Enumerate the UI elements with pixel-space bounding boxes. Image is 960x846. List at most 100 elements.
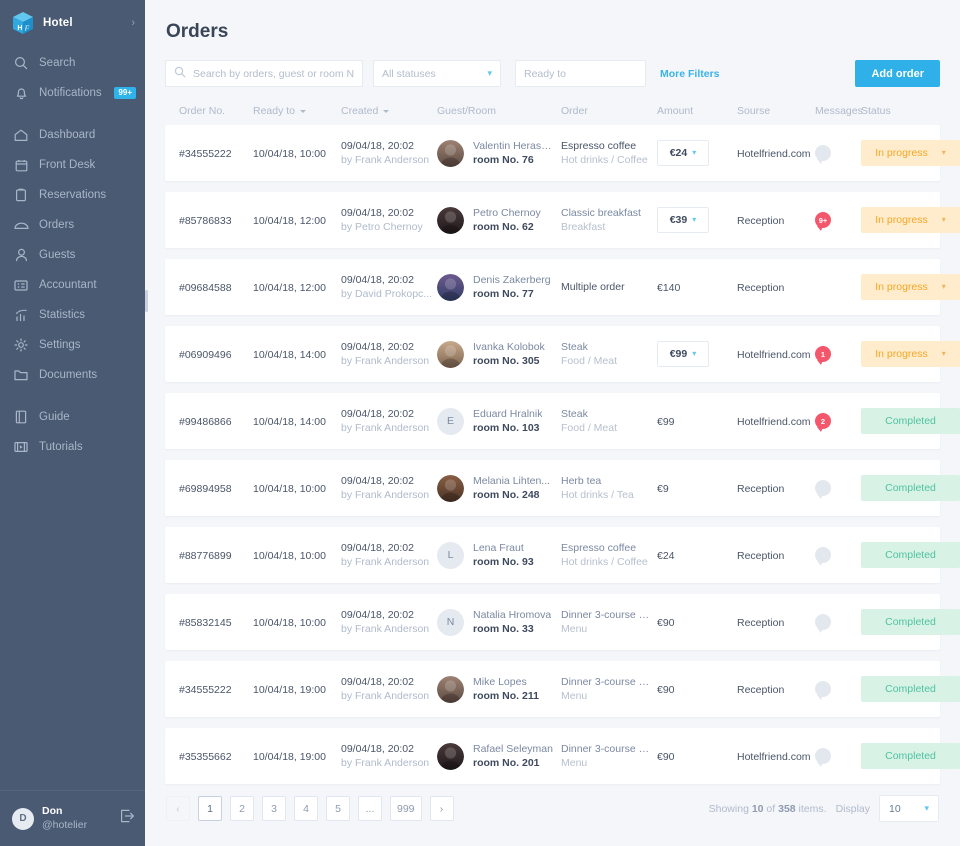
brand[interactable]: H F Hotel › <box>0 0 145 44</box>
search-box[interactable] <box>165 60 363 87</box>
messages-badge[interactable]: 1 <box>815 346 831 365</box>
table-row[interactable]: #69894958 10/04/18, 10:00 09/04/18, 20:02 b… <box>165 460 960 516</box>
status-badge[interactable]: Completed <box>861 475 960 501</box>
guest-name[interactable]: Ivanka Kolobok <box>473 340 545 354</box>
sidebar-item-search[interactable]: Search <box>0 48 145 78</box>
guest-name[interactable]: Lena Fraut <box>473 541 534 555</box>
pagination-page[interactable]: 2 <box>230 796 254 821</box>
sidebar-item-statistics[interactable]: Statistics <box>0 300 145 330</box>
column-header-ready-to[interactable]: Ready to <box>253 105 341 117</box>
amount-value: €99 <box>657 416 675 428</box>
amount-select[interactable]: €24 ▾ <box>657 140 709 166</box>
guest-name[interactable]: Melania Lihten... <box>473 474 550 488</box>
sidebar-item-tutorials[interactable]: Tutorials <box>0 432 145 462</box>
table-row[interactable]: #85832145 10/04/18, 10:00 09/04/18, 20:02 b… <box>165 594 960 650</box>
pagination-page[interactable]: 999 <box>390 796 422 821</box>
table-row[interactable]: #09684588 10/04/18, 12:00 09/04/18, 20:02 b… <box>165 259 960 315</box>
status-badge[interactable]: Completed <box>861 676 960 702</box>
status-badge[interactable]: In progress ▾ <box>861 207 960 233</box>
messages-badge[interactable] <box>815 748 831 767</box>
cell-guest-room[interactable]: Ivanka Kolobok room No. 305 <box>437 340 561 368</box>
guest-name[interactable]: Petro Chernoy <box>473 206 541 220</box>
status-badge[interactable]: Completed <box>861 408 960 434</box>
table-row[interactable]: #34555222 10/04/18, 10:00 09/04/18, 20:02 b… <box>165 125 960 181</box>
table-row[interactable]: #06909496 10/04/18, 14:00 09/04/18, 20:02 b… <box>165 326 960 382</box>
table-row[interactable]: #35355662 10/04/18, 19:00 09/04/18, 20:02 b… <box>165 728 960 784</box>
chevron-right-icon[interactable]: › <box>131 17 135 29</box>
more-filters-link[interactable]: More Filters <box>660 68 720 80</box>
pagination-next[interactable]: › <box>429 796 454 821</box>
sidebar-item-guests[interactable]: Guests <box>0 240 145 270</box>
amount-select[interactable]: €99 ▾ <box>657 341 709 367</box>
pagination-page[interactable]: 5 <box>326 796 350 821</box>
messages-badge[interactable] <box>815 480 831 499</box>
messages-badge[interactable] <box>815 681 831 700</box>
guest-name[interactable]: Valentin Herashe... <box>473 139 557 153</box>
sidebar-item-accountant[interactable]: Accountant <box>0 270 145 300</box>
display-count-select[interactable]: 10 ▾ <box>879 795 939 822</box>
guest-name[interactable]: Rafael Seleyman <box>473 742 553 756</box>
sidebar-item-guide[interactable]: Guide <box>0 402 145 432</box>
cell-guest-room[interactable]: Mike Lopes room No. 211 <box>437 675 561 703</box>
sidebar-item-notifications[interactable]: Notifications 99+ <box>0 78 145 108</box>
status-badge[interactable]: Completed <box>861 743 960 769</box>
avatar <box>437 675 464 703</box>
pagination-page[interactable]: 1 <box>198 796 222 821</box>
cell-guest-room[interactable]: L Lena Fraut room No. 93 <box>437 541 561 569</box>
status-filter-select[interactable]: All statuses ▾ <box>373 60 501 87</box>
status-badge[interactable]: In progress ▾ <box>861 341 960 367</box>
sidebar-user[interactable]: D Don @hotelier <box>0 790 145 846</box>
table-row[interactable]: #34555222 10/04/18, 19:00 09/04/18, 20:02 b… <box>165 661 960 717</box>
add-order-button[interactable]: Add order <box>855 60 940 87</box>
messages-badge[interactable]: 9+ <box>815 212 831 231</box>
cell-guest-room[interactable]: E Eduard Hralnik room No. 103 <box>437 407 561 435</box>
cell-guest-room[interactable]: Rafael Seleyman room No. 201 <box>437 742 561 770</box>
pagination-prev[interactable]: ‹ <box>166 796 190 821</box>
source-value: Reception <box>737 282 785 294</box>
guest-name[interactable]: Natalia Hromova <box>473 608 551 622</box>
cell-guest-room[interactable]: Valentin Herashe... room No. 76 <box>437 139 561 167</box>
guest-room: room No. 33 <box>473 623 534 635</box>
table-row[interactable]: #85786833 10/04/18, 12:00 09/04/18, 20:02 b… <box>165 192 960 248</box>
status-badge[interactable]: Completed <box>861 542 960 568</box>
column-header-created[interactable]: Created <box>341 105 437 117</box>
status-badge[interactable]: In progress ▾ <box>861 274 960 300</box>
guest-name[interactable]: Denis Zakerberg <box>473 273 551 287</box>
cell-guest-room[interactable]: N Natalia Hromova room No. 33 <box>437 608 561 636</box>
pagination-page[interactable]: 3 <box>262 796 286 821</box>
messages-badge[interactable] <box>815 547 831 566</box>
order-item-category: Menu <box>561 623 588 635</box>
search-input[interactable] <box>193 67 354 80</box>
status-badge[interactable]: Completed <box>861 609 960 635</box>
sidebar-item-dashboard[interactable]: Dashboard <box>0 120 145 150</box>
cell-guest-room[interactable]: Denis Zakerberg room No. 77 <box>437 273 561 301</box>
ready-to-value: 10/04/18, 10:00 <box>253 617 326 629</box>
cell-guest-room[interactable]: Petro Chernoy room No. 62 <box>437 206 561 234</box>
sidebar-item-documents[interactable]: Documents <box>0 360 145 390</box>
sidebar-item-label: Guests <box>39 249 76 261</box>
cell-ready-to: 10/04/18, 12:00 <box>253 278 341 296</box>
cell-messages: 2 <box>815 413 861 432</box>
messages-badge[interactable] <box>815 145 831 164</box>
table-row[interactable]: #99486866 10/04/18, 14:00 09/04/18, 20:02 b… <box>165 393 960 449</box>
pagination-ellipsis[interactable]: ... <box>358 796 382 821</box>
status-badge[interactable]: In progress ▾ <box>861 140 960 166</box>
sidebar-item-settings[interactable]: Settings <box>0 330 145 360</box>
sidebar-item-label: Search <box>39 57 76 69</box>
messages-badge[interactable]: 2 <box>815 413 831 432</box>
sidebar-item-reservations[interactable]: Reservations <box>0 180 145 210</box>
messages-badge[interactable] <box>815 614 831 633</box>
cell-guest-room[interactable]: Melania Lihten... room No. 248 <box>437 474 561 502</box>
ready-to-input[interactable] <box>524 67 637 80</box>
amount-select[interactable]: €39 ▾ <box>657 207 709 233</box>
order-no: #34555222 <box>179 148 232 160</box>
guest-name[interactable]: Mike Lopes <box>473 675 539 689</box>
guest-text: Eduard Hralnik room No. 103 <box>473 407 542 435</box>
guest-name[interactable]: Eduard Hralnik <box>473 407 542 421</box>
table-row[interactable]: #88776899 10/04/18, 10:00 09/04/18, 20:02 b… <box>165 527 960 583</box>
sidebar-item-orders[interactable]: Orders <box>0 210 145 240</box>
logout-icon[interactable] <box>120 809 135 828</box>
sidebar-item-front-desk[interactable]: Front Desk <box>0 150 145 180</box>
pagination-page[interactable]: 4 <box>294 796 318 821</box>
ready-to-filter[interactable] <box>515 60 646 87</box>
